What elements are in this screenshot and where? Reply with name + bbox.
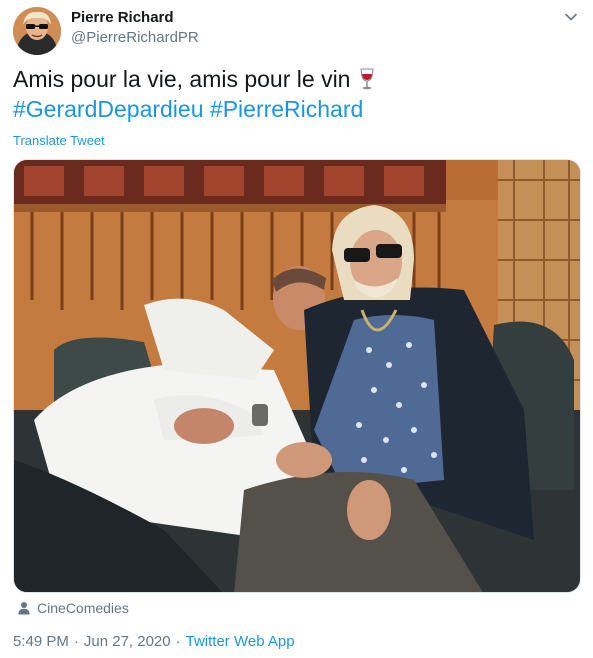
wine-glass-icon: [357, 67, 377, 91]
tweet-text-body: Amis pour la vie, amis pour le vin: [13, 66, 351, 92]
translate-tweet-link[interactable]: Translate Tweet: [13, 132, 105, 150]
tweet-header: Pierre Richard @PierreRichardPR: [12, 4, 582, 56]
tweet-text-line: Amis pour la vie, amis pour le vin: [13, 64, 573, 94]
user-handle[interactable]: @PierreRichardPR: [71, 28, 199, 48]
hashtag-pierre-richard[interactable]: #PierreRichard: [210, 96, 363, 122]
tweet-text: Amis pour la vie, amis pour le vin #Gera…: [13, 64, 573, 124]
avatar[interactable]: [13, 7, 61, 55]
media-tag-label: CineComedies: [37, 600, 129, 616]
tweet-meta: 5:49 PM · Jun 27, 2020 · Twitter Web App: [13, 632, 295, 652]
tweet-card: Pierre Richard @PierreRichardPR Amis pou…: [0, 0, 593, 658]
tweet-time[interactable]: 5:49 PM: [13, 633, 69, 650]
author-names: Pierre Richard @PierreRichardPR: [71, 8, 199, 48]
tweet-photo[interactable]: [13, 159, 581, 593]
display-name[interactable]: Pierre Richard: [71, 8, 199, 28]
meta-separator: ·: [175, 633, 181, 650]
tweet-date[interactable]: Jun 27, 2020: [84, 633, 171, 650]
media-tag[interactable]: CineComedies: [17, 598, 129, 618]
chevron-down-icon[interactable]: [562, 8, 580, 26]
hashtag-gerard-depardieu[interactable]: #GerardDepardieu: [13, 96, 204, 122]
tweet-source-link[interactable]: Twitter Web App: [186, 633, 295, 650]
meta-separator: ·: [73, 633, 79, 650]
tweet-hashtags: #GerardDepardieu #PierreRichard: [13, 94, 573, 124]
person-icon: [17, 600, 31, 615]
